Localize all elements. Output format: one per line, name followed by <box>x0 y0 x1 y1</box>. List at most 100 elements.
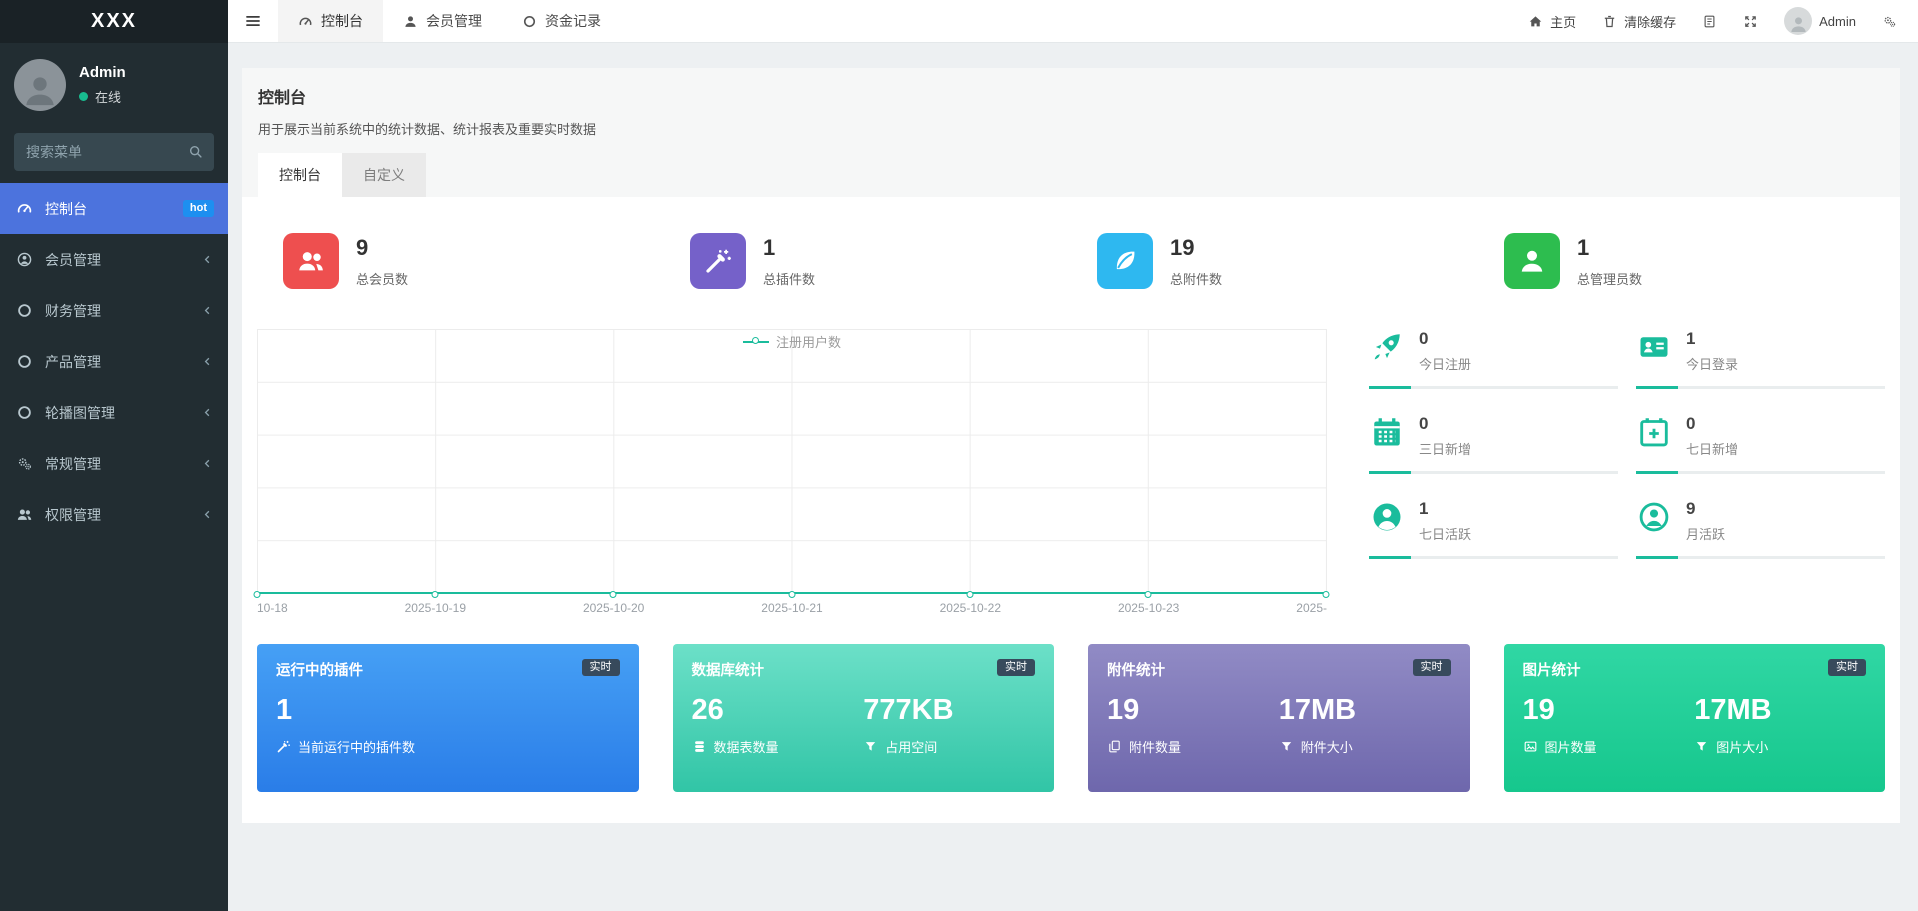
tab-dashboard[interactable]: 控制台 <box>258 153 342 197</box>
card-label: 数据表数量 <box>692 737 864 756</box>
card-value: 19 <box>1522 694 1555 726</box>
topnav-tab-fund-records[interactable]: 资金记录 <box>502 0 621 42</box>
online-dot-icon <box>79 92 88 101</box>
sidebar-item-label: 轮播图管理 <box>45 404 115 421</box>
sidebar-search <box>14 133 214 171</box>
admin-menu-button[interactable]: Admin <box>1771 0 1869 42</box>
sidebar-item-permissions[interactable]: 权限管理 <box>0 489 228 540</box>
topnav-tab-label: 控制台 <box>321 13 363 29</box>
settings-button[interactable] <box>1869 0 1910 42</box>
dashboard-icon <box>298 14 313 29</box>
sidebar-item-label: 产品管理 <box>45 353 101 370</box>
mini-stat-text: 1 七日活跃 <box>1419 499 1471 543</box>
circle-o-icon <box>16 353 33 370</box>
stat-total-plugins: 1 总插件数 <box>664 233 1071 289</box>
card-head: 运行中的插件 实时 <box>276 659 620 680</box>
tab-custom[interactable]: 自定义 <box>342 153 426 197</box>
legend-marker-icon <box>742 336 769 344</box>
rocket-icon <box>1369 329 1405 365</box>
sidebar-item-label: 常规管理 <box>45 455 101 472</box>
card-head: 附件统计 实时 <box>1107 659 1451 680</box>
user-name: Admin <box>79 64 126 81</box>
mini-stat-label: 今日登录 <box>1686 357 1739 372</box>
sidebar-item-products[interactable]: 产品管理 <box>0 336 228 387</box>
card-cols: 26 数据表数量 777KB 占用空间 <box>692 694 1036 756</box>
chart-x-label: 2025-10-20 <box>582 601 645 615</box>
divider <box>1636 556 1885 559</box>
realtime-badge: 实时 <box>1412 659 1451 676</box>
sidebar-item-label: 控制台 <box>45 200 87 217</box>
divider <box>1636 471 1885 474</box>
mini-stat-text: 1 今日登录 <box>1686 329 1738 373</box>
cogs-icon <box>16 455 33 472</box>
stat-label: 总管理员数 <box>1577 271 1643 287</box>
image-icon <box>1523 739 1538 754</box>
sidebar-item-dashboard[interactable]: 控制台 hot <box>0 183 228 234</box>
sidebar-item-label: 会员管理 <box>45 251 101 268</box>
chart-plot[interactable] <box>253 329 1330 598</box>
sidebar-toggle-button[interactable] <box>228 0 278 42</box>
user-status-label: 在线 <box>95 90 122 105</box>
home-icon <box>1528 14 1543 29</box>
chart-x-axis: 2025-10-18 2025-10-19 2025-10-20 2025-10-21… <box>257 594 1327 618</box>
gears-icon <box>1882 14 1897 29</box>
user-meta: Admin 在线 <box>79 64 126 106</box>
card-cols: 19 图片数量 17MB 图片大小 <box>1523 694 1867 756</box>
card-label: 当前运行中的插件数 <box>276 737 620 756</box>
stat-text: 1 总管理员数 <box>1577 235 1642 288</box>
sidebar-item-general[interactable]: 常规管理 <box>0 438 228 489</box>
card-col: 26 数据表数量 <box>692 694 864 756</box>
card-col: 19 附件数量 <box>1107 694 1279 756</box>
mini-stat-label: 七日活跃 <box>1419 527 1472 542</box>
mini-stat-value: 1 <box>1686 329 1696 348</box>
sidebar-item-members[interactable]: 会员管理 <box>0 234 228 285</box>
chart-legend[interactable]: 注册用户数 <box>742 332 841 351</box>
chart-x-label: 2025-10-23 <box>1117 601 1180 615</box>
mini-stat-today-login: 1 今日登录 <box>1636 329 1885 389</box>
search-icon[interactable] <box>187 143 204 165</box>
home-button[interactable]: 主页 <box>1515 0 1589 42</box>
chart-x-label: 2025-10-21 <box>761 601 823 615</box>
card-label: 附件大小 <box>1279 737 1451 756</box>
card-col: 1 当前运行中的插件数 <box>276 694 620 756</box>
clear-cache-button[interactable]: 清除缓存 <box>1589 0 1689 42</box>
search-input[interactable] <box>14 133 214 171</box>
page-title: 控制台 <box>258 90 307 107</box>
avatar <box>14 59 66 111</box>
chart-x-label: 2025-10-18 <box>257 601 288 615</box>
divider <box>1369 386 1618 389</box>
mini-stat-value: 1 <box>1419 499 1429 518</box>
fullscreen-button[interactable] <box>1730 0 1771 42</box>
app-logo[interactable]: XXX <box>0 0 228 43</box>
mini-stat-label: 月活跃 <box>1686 527 1726 542</box>
realtime-badge: 实时 <box>997 659 1035 676</box>
card-value: 26 <box>691 694 724 726</box>
stats-row: 9 总会员数 1 总插件数 19 总附件数 1 总管理员数 <box>257 233 1885 289</box>
chevron-left-icon <box>201 457 214 470</box>
card-value: 19 <box>1107 694 1140 726</box>
sidebar-item-finance[interactable]: 财务管理 <box>0 285 228 336</box>
user-status: 在线 <box>79 87 126 106</box>
panel-heading: 控制台 用于展示当前系统中的统计数据、统计报表及重要实时数据 控制台 自定义 <box>242 68 1900 197</box>
card-label-text: 占用空间 <box>885 740 938 756</box>
avatar <box>1784 7 1813 35</box>
navbar-right: 主页 清除缓存 Admin <box>1515 0 1918 42</box>
magic-wand-icon <box>690 233 746 289</box>
summary-cards-row: 运行中的插件 实时 1 当前运行中的插件数 数据库统计 实时 26 数据表数量 … <box>257 644 1885 792</box>
topnav-tab-members[interactable]: 会员管理 <box>383 0 502 42</box>
card-head: 数据库统计 实时 <box>692 659 1035 680</box>
dashboard-panel: 控制台 用于展示当前系统中的统计数据、统计报表及重要实时数据 控制台 自定义 9… <box>242 68 1900 823</box>
card-label: 图片数量 <box>1523 737 1695 756</box>
topnav-tab-dashboard[interactable]: 控制台 <box>278 0 383 42</box>
admin-label: Admin <box>1819 13 1856 29</box>
sidebar-menu: 控制台 hot 会员管理 财务管理 产品管理 轮播图管理 常规管理 权限管理 <box>0 183 228 540</box>
page-subtitle: 用于展示当前系统中的统计数据、统计报表及重要实时数据 <box>258 122 597 137</box>
mini-stats-grid: 0 今日注册 1 今日登录 0 三日新增 0 七日新增 1 七日活跃 9 月活跃 <box>1369 329 1885 618</box>
log-button[interactable] <box>1689 0 1730 42</box>
mini-stat-top: 0 三日新增 <box>1369 414 1618 458</box>
sidebar-item-carousel[interactable]: 轮播图管理 <box>0 387 228 438</box>
card-label-text: 附件大小 <box>1300 740 1353 756</box>
chevron-left-icon <box>201 355 214 368</box>
top-navbar: 控制台 会员管理 资金记录 主页 清除缓存 Admin <box>228 0 1918 43</box>
card-running-plugins: 运行中的插件 实时 1 当前运行中的插件数 <box>257 644 639 792</box>
